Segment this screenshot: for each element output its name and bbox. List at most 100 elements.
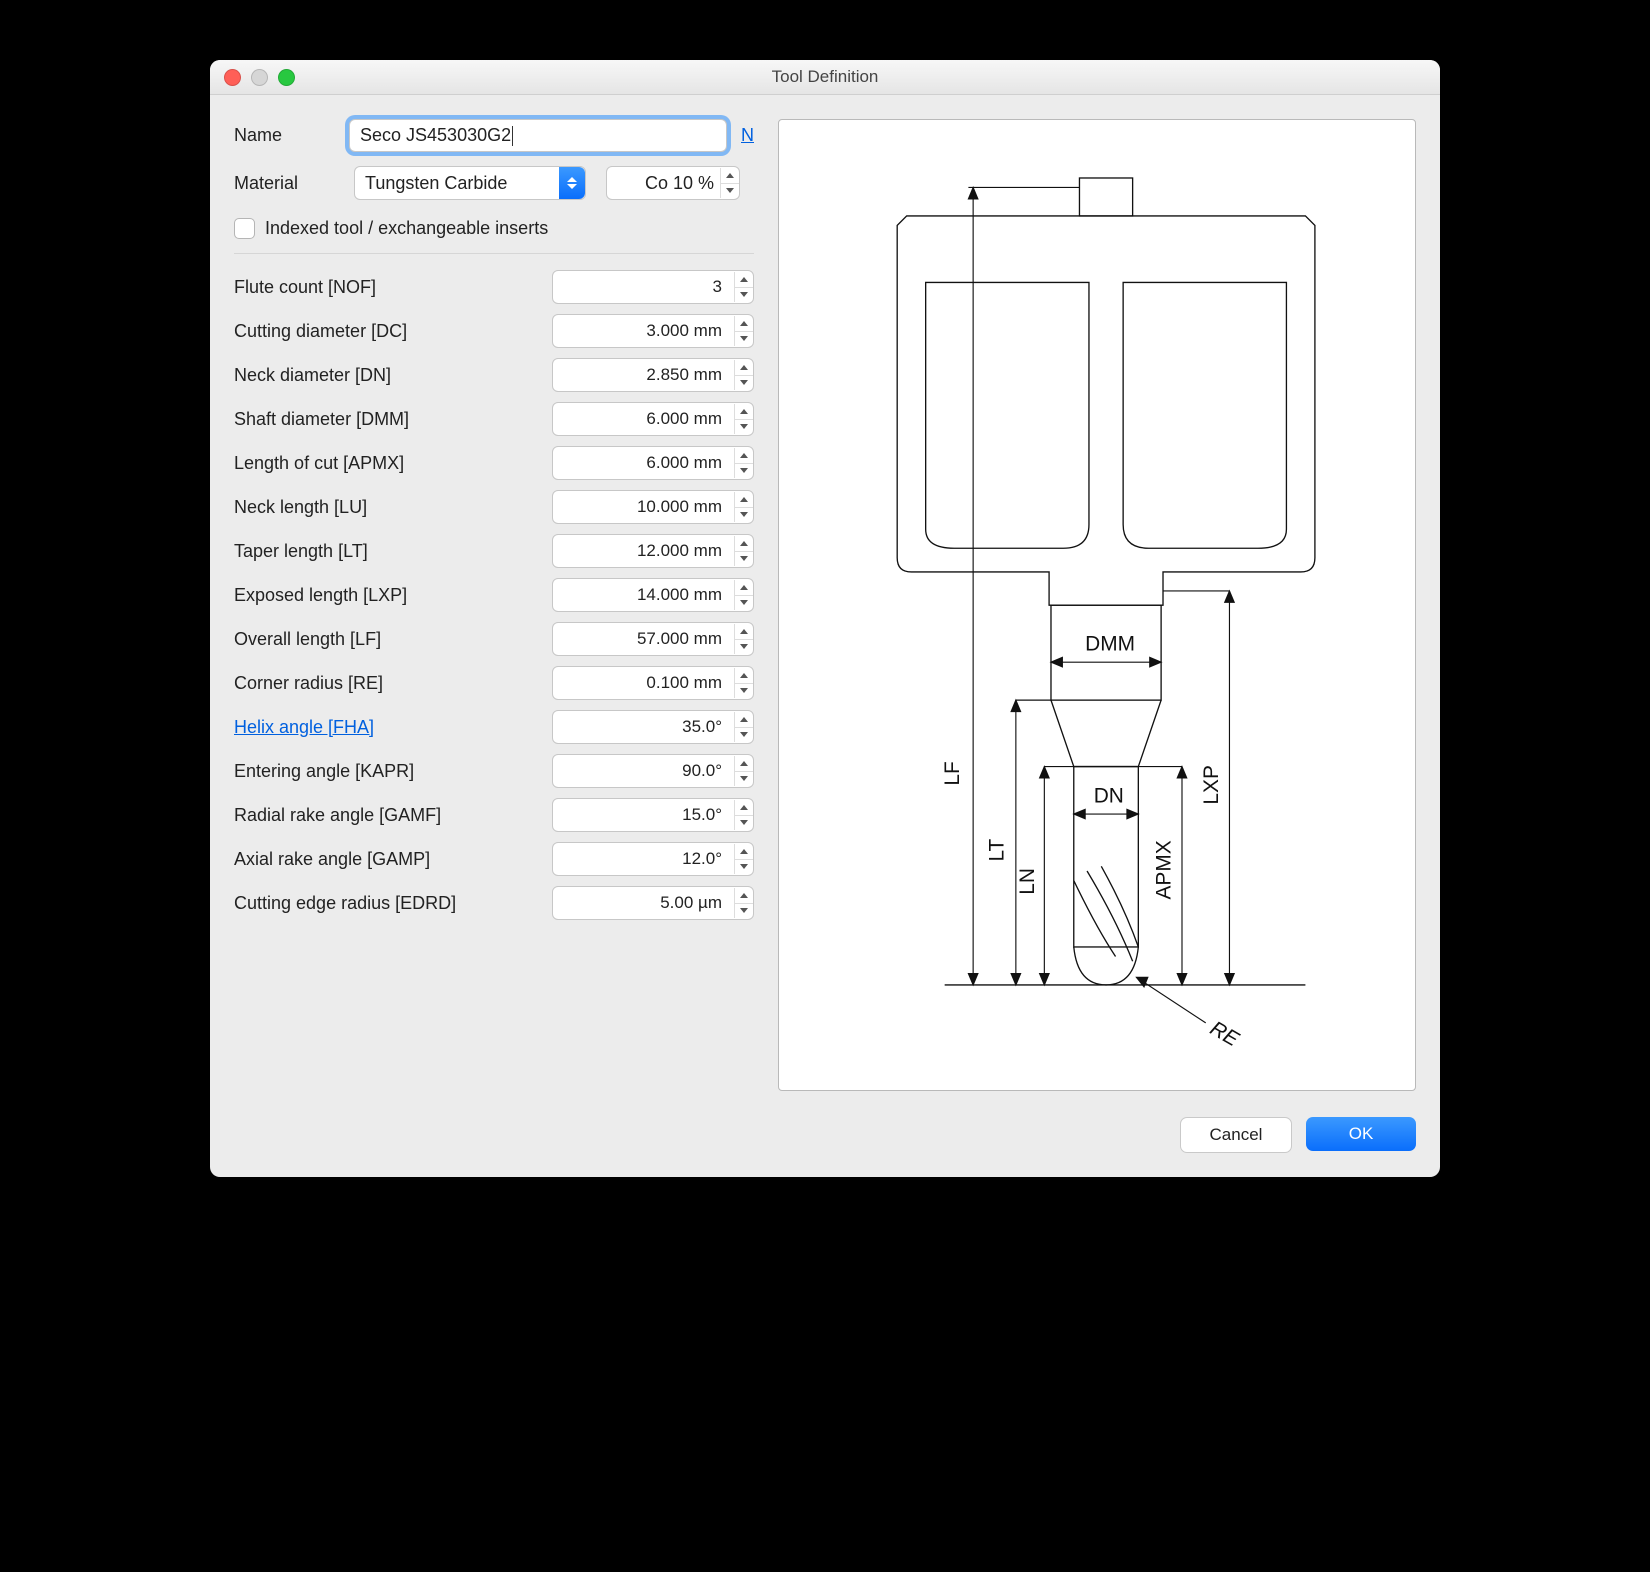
param-stepper-fha[interactable] bbox=[734, 712, 753, 742]
stepper-down-icon[interactable] bbox=[735, 596, 753, 611]
param-value-lt: 12.000 mm bbox=[563, 541, 728, 561]
param-label-dc: Cutting diameter [DC] bbox=[234, 321, 407, 342]
param-stepper-gamf[interactable] bbox=[734, 800, 753, 830]
stepper-up-icon[interactable] bbox=[735, 580, 753, 596]
param-label-lu: Neck length [LU] bbox=[234, 497, 367, 518]
stepper-down-icon[interactable] bbox=[735, 772, 753, 787]
indexed-tool-checkbox[interactable] bbox=[234, 218, 255, 239]
stepper-up-icon[interactable] bbox=[735, 272, 753, 288]
stepper-down-icon[interactable] bbox=[735, 860, 753, 875]
stepper-up-icon[interactable] bbox=[735, 316, 753, 332]
stepper-up-icon[interactable] bbox=[721, 168, 739, 184]
param-row-gamf: Radial rake angle [GAMF]15.0° bbox=[234, 798, 754, 832]
stepper-down-icon[interactable] bbox=[735, 904, 753, 919]
param-label-lt: Taper length [LT] bbox=[234, 541, 368, 562]
param-stepper-edrd[interactable] bbox=[734, 888, 753, 918]
param-stepper-lt[interactable] bbox=[734, 536, 753, 566]
param-row-apmx: Length of cut [APMX] 6.000 mm bbox=[234, 446, 754, 480]
param-input-re[interactable]: 0.100 mm bbox=[552, 666, 754, 700]
param-stepper-lxp[interactable] bbox=[734, 580, 753, 610]
stepper-up-icon[interactable] bbox=[735, 536, 753, 552]
param-input-dc[interactable]: 3.000 mm bbox=[552, 314, 754, 348]
diagram-label-dn: DN bbox=[1094, 784, 1124, 807]
stepper-down-icon[interactable] bbox=[735, 288, 753, 303]
stepper-down-icon[interactable] bbox=[735, 684, 753, 699]
param-input-gamp[interactable]: 12.0° bbox=[552, 842, 754, 876]
stepper-up-icon[interactable] bbox=[735, 404, 753, 420]
param-label-fha[interactable]: Helix angle [FHA] bbox=[234, 717, 374, 738]
stepper-up-icon[interactable] bbox=[735, 844, 753, 860]
param-input-lf[interactable]: 57.000 mm bbox=[552, 622, 754, 656]
material-percent-stepper[interactable] bbox=[720, 168, 739, 198]
stepper-up-icon[interactable] bbox=[735, 712, 753, 728]
stepper-up-icon[interactable] bbox=[735, 756, 753, 772]
stepper-up-icon[interactable] bbox=[735, 888, 753, 904]
name-label: Name bbox=[234, 125, 349, 146]
separator bbox=[234, 253, 754, 254]
param-input-dmm[interactable]: 6.000 mm bbox=[552, 402, 754, 436]
stepper-up-icon[interactable] bbox=[735, 624, 753, 640]
param-input-dn[interactable]: 2.850 mm bbox=[552, 358, 754, 392]
stepper-down-icon[interactable] bbox=[735, 552, 753, 567]
tool-definition-window: Tool Definition Name Seco JS453030G2 N M… bbox=[210, 60, 1440, 1177]
diagram-label-ln: LN bbox=[1016, 868, 1039, 895]
param-input-gamf[interactable]: 15.0° bbox=[552, 798, 754, 832]
n-link[interactable]: N bbox=[741, 125, 754, 146]
param-stepper-gamp[interactable] bbox=[734, 844, 753, 874]
material-select-value: Tungsten Carbide bbox=[365, 173, 551, 194]
param-stepper-kapr[interactable] bbox=[734, 756, 753, 786]
stepper-down-icon[interactable] bbox=[735, 420, 753, 435]
stepper-up-icon[interactable] bbox=[735, 492, 753, 508]
param-input-edrd[interactable]: 5.00 µm bbox=[552, 886, 754, 920]
param-label-lxp: Exposed length [LXP] bbox=[234, 585, 407, 606]
param-label-lf: Overall length [LF] bbox=[234, 629, 381, 650]
cancel-button-label: Cancel bbox=[1210, 1125, 1263, 1145]
param-input-nof[interactable]: 3 bbox=[552, 270, 754, 304]
param-value-fha: 35.0° bbox=[563, 717, 728, 737]
stepper-down-icon[interactable] bbox=[735, 728, 753, 743]
param-value-kapr: 90.0° bbox=[563, 761, 728, 781]
param-stepper-lu[interactable] bbox=[734, 492, 753, 522]
param-row-kapr: Entering angle [KAPR]90.0° bbox=[234, 754, 754, 788]
indexed-tool-label: Indexed tool / exchangeable inserts bbox=[265, 218, 548, 239]
stepper-up-icon[interactable] bbox=[735, 800, 753, 816]
stepper-down-icon[interactable] bbox=[735, 332, 753, 347]
param-label-dn: Neck diameter [DN] bbox=[234, 365, 391, 386]
name-input[interactable]: Seco JS453030G2 bbox=[349, 119, 727, 152]
material-percent-value: Co 10 % bbox=[645, 173, 714, 194]
param-stepper-re[interactable] bbox=[734, 668, 753, 698]
stepper-down-icon[interactable] bbox=[735, 508, 753, 523]
param-input-apmx[interactable]: 6.000 mm bbox=[552, 446, 754, 480]
stepper-down-icon[interactable] bbox=[735, 640, 753, 655]
param-row-gamp: Axial rake angle [GAMP]12.0° bbox=[234, 842, 754, 876]
stepper-down-icon[interactable] bbox=[721, 184, 739, 199]
param-stepper-nof[interactable] bbox=[734, 272, 753, 302]
stepper-up-icon[interactable] bbox=[735, 360, 753, 376]
param-row-lxp: Exposed length [LXP] 14.000 mm bbox=[234, 578, 754, 612]
material-select[interactable]: Tungsten Carbide bbox=[354, 166, 586, 200]
cancel-button[interactable]: Cancel bbox=[1180, 1117, 1292, 1153]
param-input-lu[interactable]: 10.000 mm bbox=[552, 490, 754, 524]
param-input-fha[interactable]: 35.0° bbox=[552, 710, 754, 744]
param-input-kapr[interactable]: 90.0° bbox=[552, 754, 754, 788]
stepper-down-icon[interactable] bbox=[735, 376, 753, 391]
diagram-label-apmx: APMX bbox=[1153, 840, 1176, 899]
stepper-up-icon[interactable] bbox=[735, 668, 753, 684]
ok-button[interactable]: OK bbox=[1306, 1117, 1416, 1151]
param-stepper-dc[interactable] bbox=[734, 316, 753, 346]
stepper-up-icon[interactable] bbox=[735, 448, 753, 464]
stepper-down-icon[interactable] bbox=[735, 464, 753, 479]
param-stepper-dmm[interactable] bbox=[734, 404, 753, 434]
material-percent-input[interactable]: Co 10 % bbox=[606, 166, 740, 200]
param-input-lxp[interactable]: 14.000 mm bbox=[552, 578, 754, 612]
stepper-down-icon[interactable] bbox=[735, 816, 753, 831]
param-value-gamp: 12.0° bbox=[563, 849, 728, 869]
param-stepper-apmx[interactable] bbox=[734, 448, 753, 478]
param-row-fha: Helix angle [FHA] 35.0° bbox=[234, 710, 754, 744]
param-stepper-lf[interactable] bbox=[734, 624, 753, 654]
param-input-lt[interactable]: 12.000 mm bbox=[552, 534, 754, 568]
param-value-gamf: 15.0° bbox=[563, 805, 728, 825]
param-row-lu: Neck length [LU] 10.000 mm bbox=[234, 490, 754, 524]
param-stepper-dn[interactable] bbox=[734, 360, 753, 390]
param-label-apmx: Length of cut [APMX] bbox=[234, 453, 404, 474]
